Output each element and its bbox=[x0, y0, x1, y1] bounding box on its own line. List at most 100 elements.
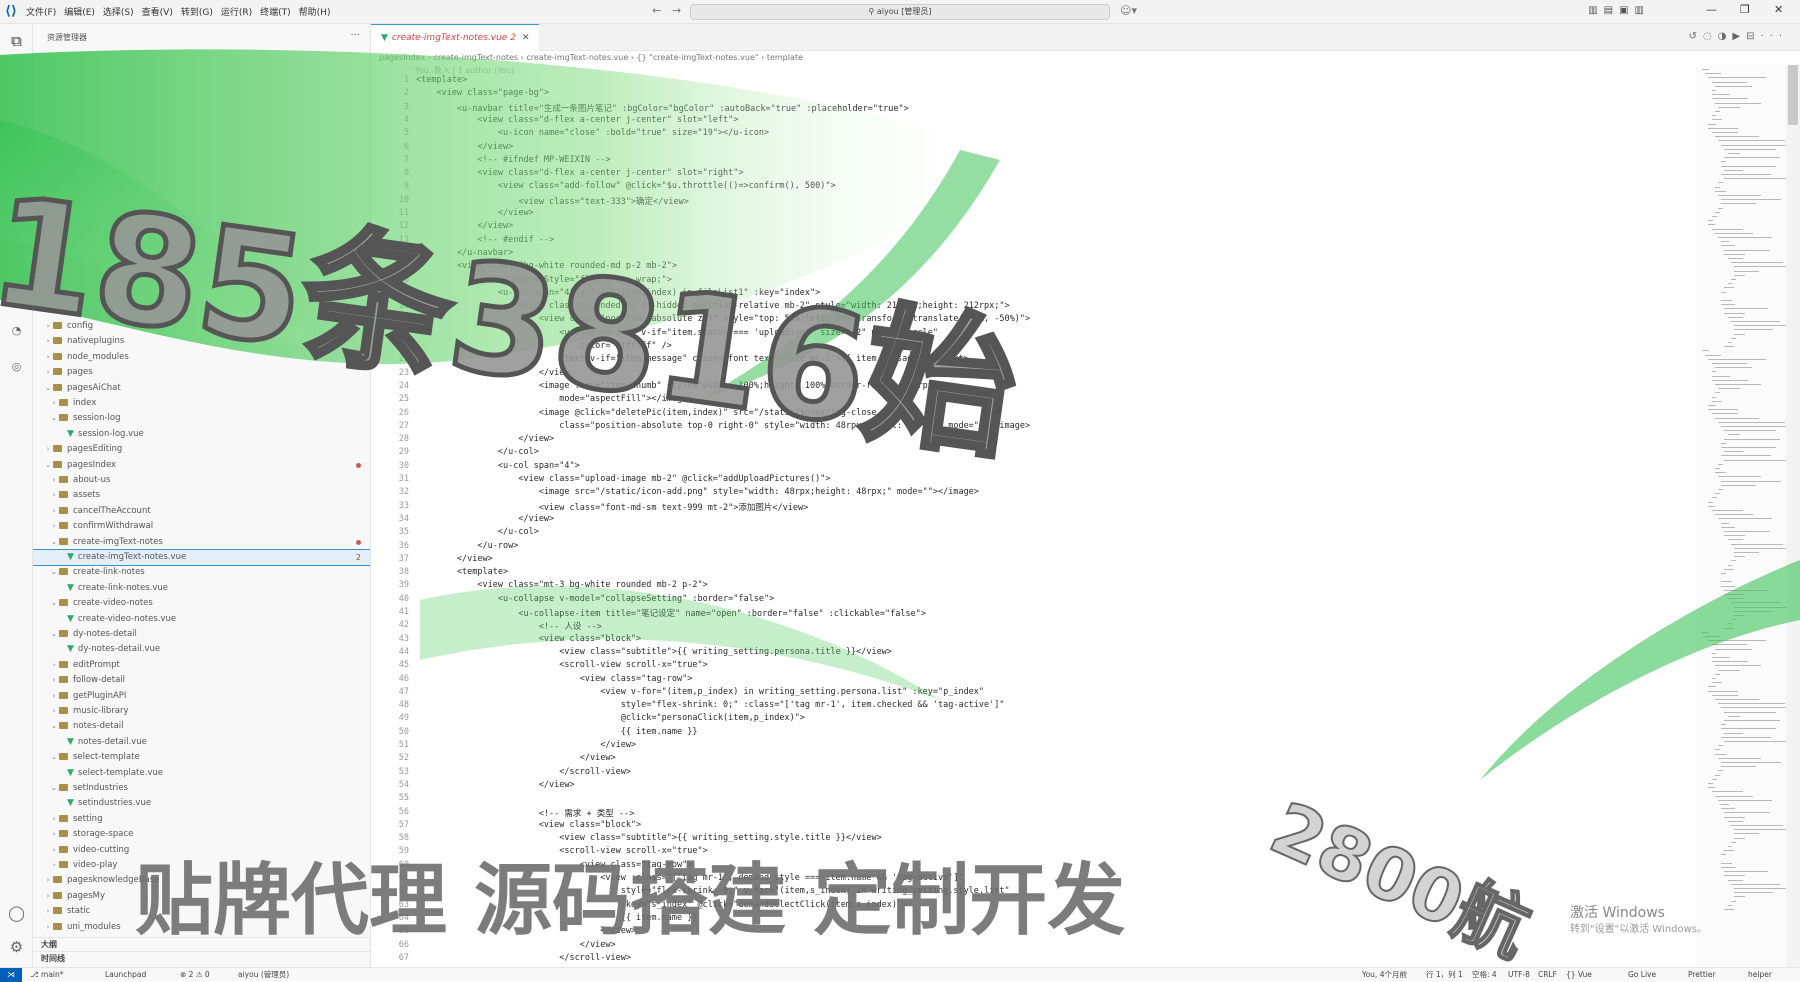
chevron-right-icon[interactable]: › bbox=[49, 827, 59, 842]
prettier-status[interactable]: Prettier bbox=[1688, 968, 1716, 981]
chevron-right-icon[interactable]: › bbox=[49, 673, 59, 688]
chevron-right-icon[interactable]: › bbox=[49, 704, 59, 719]
tree-file-item[interactable]: ▼ create-video-notes.vue bbox=[33, 612, 370, 627]
code-line[interactable]: <u-navbar title="生成一条图片笔记" :bgColor="bgC… bbox=[416, 102, 909, 114]
chevron-down-icon[interactable]: ⌄ bbox=[49, 719, 59, 734]
chevron-right-icon[interactable]: › bbox=[43, 442, 53, 457]
close-window-icon[interactable]: ✕ bbox=[1774, 3, 1783, 16]
code-line[interactable]: <view class="add-follow" @click="$u.thro… bbox=[416, 181, 836, 191]
settings-gear-icon[interactable]: ⚙ bbox=[0, 938, 33, 956]
tree-folder-item[interactable]: › confirmWithdrawal bbox=[33, 519, 370, 534]
code-line[interactable]: <u-collapse-item title="笔记设定" name="open… bbox=[416, 607, 926, 619]
chevron-right-icon[interactable]: › bbox=[49, 812, 59, 827]
menu-help[interactable]: 帮助(H) bbox=[295, 5, 335, 18]
code-line[interactable]: <template> bbox=[416, 567, 508, 577]
chevron-down-icon[interactable]: ⌄ bbox=[43, 458, 53, 473]
code-line[interactable]: @click="personaClick(item,p_index)"> bbox=[416, 713, 805, 723]
timeline-section[interactable]: 时间线 bbox=[33, 951, 370, 965]
restore-icon[interactable]: ❐ bbox=[1740, 3, 1750, 16]
code-line[interactable]: <view class="font-md-sm text-999 mt-2">添… bbox=[416, 501, 808, 513]
tree-folder-item[interactable]: ⌄ session-log bbox=[33, 411, 370, 426]
tree-file-item[interactable]: ▼ create-imgText-notes.vue 2 bbox=[33, 548, 370, 567]
tree-folder-item[interactable]: › editPrompt bbox=[33, 658, 370, 673]
code-line[interactable]: </view> bbox=[416, 434, 554, 444]
chevron-down-icon[interactable]: ⌄ bbox=[49, 411, 59, 426]
tree-folder-item[interactable]: ⌄ setIndustries bbox=[33, 781, 370, 796]
code-line[interactable]: </u-row> bbox=[416, 541, 518, 551]
code-line[interactable]: <u-col span="4"> bbox=[416, 461, 580, 471]
code-line[interactable]: </u-col> bbox=[416, 527, 539, 537]
chevron-right-icon[interactable]: › bbox=[49, 473, 59, 488]
chevron-right-icon[interactable]: › bbox=[49, 843, 59, 858]
problems-status[interactable]: ⊗ 2 ⚠ 0 bbox=[180, 968, 210, 981]
code-line[interactable]: <view class="block"> bbox=[416, 634, 641, 644]
code-line[interactable]: </view> bbox=[416, 554, 493, 564]
tree-folder-item[interactable]: › assets bbox=[33, 488, 370, 503]
tree-folder-item[interactable]: › getPluginAPI bbox=[33, 689, 370, 704]
code-line[interactable]: <!-- 需求 + 类型 --> bbox=[416, 807, 634, 819]
code-line[interactable]: <template> bbox=[416, 75, 467, 85]
tree-folder-item[interactable]: › pagesEditing bbox=[33, 442, 370, 457]
tree-folder-item[interactable]: ⌄ create-link-notes bbox=[33, 565, 370, 580]
code-line[interactable]: <view v-for="(item,p_index) in writing_s… bbox=[416, 687, 984, 697]
eol-status[interactable]: CRLF bbox=[1538, 968, 1557, 981]
workspace-status[interactable]: aiyou (管理员) bbox=[238, 968, 289, 981]
tab-create-imgtext-notes[interactable]: ▼ create-imgText-notes.vue 2 ✕ bbox=[371, 24, 540, 51]
branch-status[interactable]: ⎇ main* bbox=[30, 968, 64, 981]
chevron-right-icon[interactable]: › bbox=[49, 504, 59, 519]
code-line[interactable]: </scroll-view> bbox=[416, 953, 631, 963]
code-line[interactable]: <view class="subtitle">{{ writing_settin… bbox=[416, 647, 892, 657]
cursor-position[interactable]: 行 1，列 1 bbox=[1426, 968, 1463, 981]
code-content[interactable]: <template> <view class="page-bg"> <u-nav… bbox=[416, 75, 1686, 967]
menu-edit[interactable]: 编辑(E) bbox=[60, 5, 99, 18]
tree-folder-item[interactable]: › follow-detail bbox=[33, 673, 370, 688]
tree-folder-item[interactable]: ⌄ pagesIndex bbox=[33, 458, 370, 473]
chevron-right-icon[interactable]: › bbox=[43, 904, 53, 919]
code-line[interactable]: </view> bbox=[416, 740, 636, 750]
chevron-right-icon[interactable]: › bbox=[49, 858, 59, 873]
chevron-right-icon[interactable]: › bbox=[49, 658, 59, 673]
copilot-icon[interactable]: ☺▾ bbox=[1120, 4, 1137, 17]
tree-folder-item[interactable]: › about-us bbox=[33, 473, 370, 488]
tree-folder-item[interactable]: ⌄ create-imgText-notes bbox=[33, 535, 370, 550]
tree-file-item[interactable]: ▼ notes-detail.vue bbox=[33, 735, 370, 750]
explorer-icon[interactable]: ⧉ bbox=[0, 32, 33, 50]
code-line[interactable]: <!-- 人设 --> bbox=[416, 620, 602, 632]
remote-indicator-icon[interactable]: ⋊ bbox=[0, 968, 22, 982]
launchpad-status[interactable]: Launchpad bbox=[105, 968, 146, 981]
chevron-right-icon[interactable]: › bbox=[43, 873, 53, 888]
scrollbar-thumb[interactable] bbox=[1788, 65, 1798, 125]
code-line[interactable]: <view class="upload-image mb-2" @click="… bbox=[416, 474, 830, 484]
chevron-down-icon[interactable]: ⌄ bbox=[43, 381, 53, 396]
code-line[interactable]: <view class="tag-row"> bbox=[416, 674, 693, 684]
code-line[interactable]: </view> bbox=[416, 142, 513, 152]
code-line[interactable]: <view class="mt-3 bg-white rounded mb-2 … bbox=[416, 580, 707, 590]
code-line[interactable]: <view class="page-bg"> bbox=[416, 88, 549, 98]
chevron-right-icon[interactable]: › bbox=[43, 365, 53, 380]
menu-file[interactable]: 文件(F) bbox=[22, 5, 60, 18]
code-line[interactable]: <view class="d-flex a-center j-center" s… bbox=[416, 115, 738, 125]
encoding-status[interactable]: UTF-8 bbox=[1508, 968, 1530, 981]
code-line[interactable]: </scroll-view> bbox=[416, 767, 631, 777]
menu-go[interactable]: 转到(G) bbox=[177, 5, 217, 18]
chevron-down-icon[interactable]: ⌄ bbox=[49, 627, 59, 642]
code-line[interactable]: <view class="block"> bbox=[416, 820, 641, 830]
chevron-right-icon[interactable]: › bbox=[43, 889, 53, 904]
more-actions-icon[interactable]: ··· bbox=[350, 30, 360, 41]
tree-folder-item[interactable]: ⌄ create-video-notes bbox=[33, 596, 370, 611]
editor-actions-icons[interactable]: ↺◌◑▶⊟··· bbox=[1689, 31, 1788, 42]
code-line[interactable]: style="flex-shrink: 0;" :class="['tag mr… bbox=[416, 700, 1005, 710]
minimap[interactable] bbox=[1696, 65, 1789, 967]
code-line[interactable]: <u-icon name="close" :bold="true" size="… bbox=[416, 128, 769, 138]
menu-terminal[interactable]: 终端(T) bbox=[256, 5, 295, 18]
code-line[interactable]: </view> bbox=[416, 753, 616, 763]
tree-folder-item[interactable]: › cancelTheAccount bbox=[33, 504, 370, 519]
tree-folder-item[interactable]: › music-library bbox=[33, 704, 370, 719]
code-line[interactable]: <view class="d-flex a-center j-center" s… bbox=[416, 168, 743, 178]
code-line[interactable]: <scroll-view scroll-x="true"> bbox=[416, 660, 707, 670]
tree-file-item[interactable]: ▼ create-link-notes.vue bbox=[33, 581, 370, 596]
chevron-right-icon[interactable]: › bbox=[49, 519, 59, 534]
vertical-scrollbar[interactable] bbox=[1786, 65, 1800, 967]
menu-selection[interactable]: 选择(S) bbox=[99, 5, 138, 18]
account-icon[interactable]: ◯ bbox=[0, 904, 33, 922]
